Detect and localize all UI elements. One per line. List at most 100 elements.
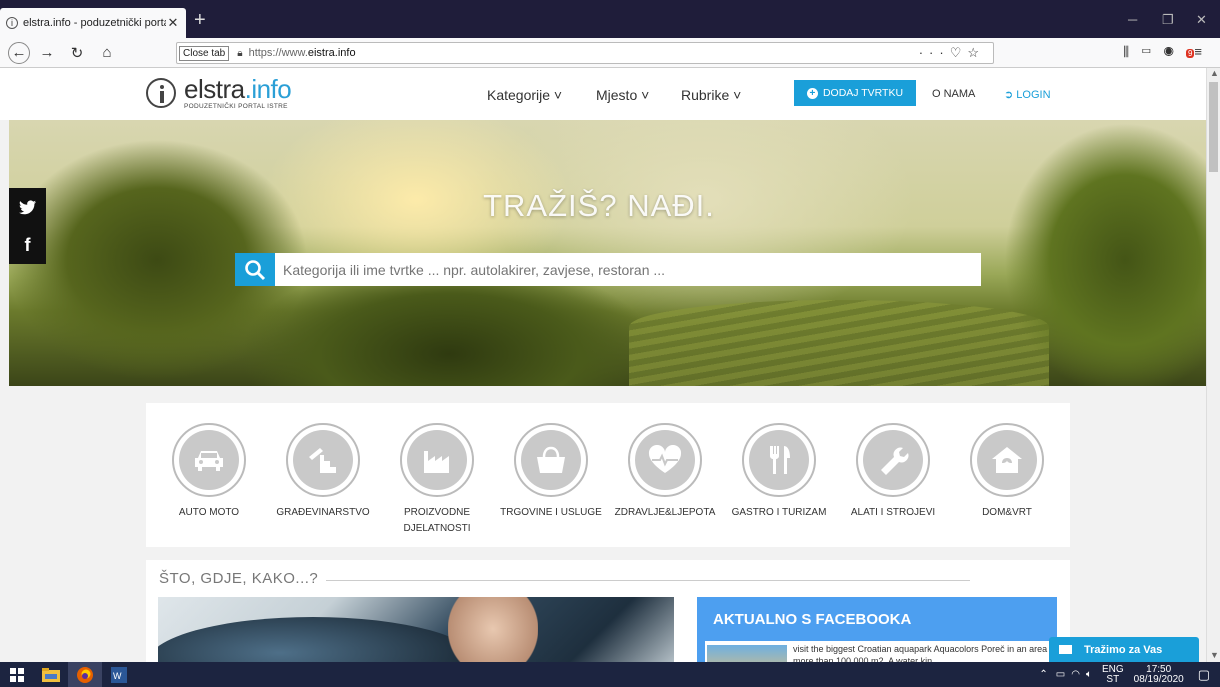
category-proizvodne[interactable]: PROIZVODNE DJELATNOSTI [382, 423, 492, 537]
category-label: GRAĐEVINARSTVO [276, 507, 370, 518]
tab-close-icon[interactable]: ✕ [166, 15, 180, 31]
close-window-icon[interactable]: ✕ [1196, 12, 1207, 28]
system-tray: ⌃ ▭ ◠ 🔈︎ ENG ST 17:50 08/19/2020 ▢ [1039, 662, 1220, 687]
svg-text:W: W [113, 671, 122, 681]
bookmark-star-icon[interactable]: ☆ [967, 45, 985, 60]
category-label: AUTO MOTO [178, 507, 240, 518]
facebook-feed-title: AKTUALNO S FACEBOOKA [713, 611, 912, 628]
add-business-label: DODAJ TVRTKU [822, 87, 904, 99]
home-icon[interactable]: ⌂ [94, 42, 120, 64]
back-arrow-icon[interactable]: ← [8, 41, 30, 64]
logo-tld: info [251, 74, 292, 104]
facebook-post[interactable]: visit the biggest Croatian aquapark Aqua… [705, 641, 1055, 662]
logo-name: elstra [184, 74, 245, 104]
heart-icon [635, 430, 695, 490]
nav-rubrike[interactable]: Rubrike ˅ [681, 87, 741, 103]
word-icon[interactable]: W [102, 662, 136, 687]
reload-icon[interactable]: ↻ [64, 42, 90, 64]
site-logo[interactable]: elstra.info PODUZETNIČKI PORTAL ISTRE [146, 74, 292, 110]
web-page: elstra.info PODUZETNIČKI PORTAL ISTRE Ka… [0, 68, 1206, 662]
plus-icon: + [806, 87, 818, 99]
login-link[interactable]: ➲ LOGIN [1004, 88, 1051, 101]
category-label: TRGOVINE I USLUGE [500, 507, 602, 518]
facebook-post-image [707, 645, 787, 662]
facebook-icon[interactable]: f [9, 226, 46, 264]
firefox-icon[interactable] [68, 662, 102, 687]
tray-chevron-icon[interactable]: ⌃ [1039, 669, 1047, 680]
facebook-feed-panel: AKTUALNO S FACEBOOKA visit the biggest C… [697, 597, 1057, 662]
volume-icon[interactable]: 🔈︎ [1086, 669, 1092, 680]
featured-article-image[interactable] [158, 597, 674, 662]
wrench-icon [863, 430, 923, 490]
forward-arrow-icon[interactable]: → [34, 42, 60, 64]
pocket-icon[interactable]: ♡ [950, 45, 968, 60]
account-icon[interactable]: ◉ [1164, 44, 1186, 59]
search-input[interactable] [275, 261, 965, 278]
scroll-down-icon[interactable]: ▼ [1210, 650, 1219, 660]
nav-mjesto[interactable]: Mjesto ˅ [596, 87, 649, 103]
search-icon[interactable] [235, 253, 275, 286]
shopping-basket-icon [521, 430, 581, 490]
browser-nav-bar: ← → ↻ ⌂ Close tab 🔒︎ https://www.eistra.… [0, 38, 1220, 68]
restore-icon[interactable]: ❐ [1162, 12, 1174, 28]
site-favicon-icon: i [6, 17, 18, 29]
category-dom-vrt[interactable]: DOM&VRT [952, 423, 1062, 521]
cutlery-icon [749, 430, 809, 490]
new-tab-button[interactable]: + [194, 10, 206, 30]
category-auto-moto[interactable]: AUTO MOTO [154, 423, 264, 521]
notifications-icon[interactable]: ▢ [1198, 667, 1210, 683]
about-link[interactable]: O NAMA [932, 88, 975, 100]
logo-subtitle: PODUZETNIČKI PORTAL ISTRE [184, 103, 288, 110]
url-bar[interactable]: Close tab 🔒︎ https://www.eistra.info ···… [176, 42, 994, 64]
house-icon [977, 430, 1037, 490]
add-business-button[interactable]: + DODAJ TVRTKU [794, 80, 916, 106]
browser-tab-bar: i elstra.info - poduzetnički porta ✕ + ─… [0, 0, 1220, 38]
language-indicator[interactable]: ENG ST [1102, 664, 1124, 685]
info-logo-icon [146, 78, 176, 108]
library-icon[interactable]: ⫼ [1123, 44, 1141, 59]
file-explorer-icon[interactable] [34, 662, 68, 687]
news-section: ŠTO, GDJE, KAKO...? AKTUALNO S FACEBOOKA… [146, 560, 1070, 662]
category-label: ALATI I STROJEVI [850, 507, 936, 518]
sidebar-icon[interactable]: ▭ [1141, 44, 1163, 59]
scroll-up-icon[interactable]: ▲ [1210, 68, 1219, 78]
wifi-icon[interactable]: ◠ [1071, 669, 1080, 680]
envelope-icon [1059, 645, 1072, 654]
category-zdravlje[interactable]: ZDRAVLJE&LJEPOTA [610, 423, 720, 521]
hero-title: TRAŽIŠ? NAĐI. [483, 188, 715, 223]
hero-banner: TRAŽIŠ? NAĐI. [9, 120, 1206, 386]
category-gastro[interactable]: GASTRO I TURIZAM [724, 423, 834, 521]
social-bar: f [9, 188, 46, 264]
contact-chat-button[interactable]: Tražimo za Vas [1049, 637, 1199, 662]
car-icon [179, 430, 239, 490]
category-label: DOM&VRT [982, 507, 1032, 518]
taskbar-clock[interactable]: 17:50 08/19/2020 [1134, 664, 1184, 685]
scrollbar-thumb[interactable] [1209, 82, 1218, 172]
windows-taskbar: W ⌃ ▭ ◠ 🔈︎ ENG ST 17:50 08/19/2020 ▢ [0, 662, 1220, 687]
login-icon: ➲ [1004, 89, 1017, 101]
url-text[interactable]: https://www.eistra.info [249, 47, 356, 59]
battery-icon[interactable]: ▭ [1056, 669, 1065, 680]
factory-icon [407, 430, 467, 490]
twitter-icon[interactable] [9, 188, 46, 226]
menu-hamburger-icon[interactable]: ≡ [1194, 44, 1214, 59]
browser-tab[interactable]: i elstra.info - poduzetnički porta ✕ [0, 8, 186, 38]
facebook-post-text: visit the biggest Croatian aquapark Aqua… [793, 644, 1048, 662]
minimize-icon[interactable]: ─ [1128, 12, 1137, 27]
category-trgovine[interactable]: TRGOVINE I USLUGE [496, 423, 606, 521]
categories-panel: AUTO MOTO GRAĐEVINARSTVO PROIZVODNE DJEL… [146, 403, 1070, 547]
category-label: PROIZVODNE DJELATNOSTI [403, 507, 471, 534]
nav-kategorije[interactable]: Kategorije ˅ [487, 87, 562, 103]
page-actions-icon[interactable]: ··· [919, 45, 950, 60]
category-gradevinarstvo[interactable]: GRAĐEVINARSTVO [268, 423, 378, 521]
category-label: GASTRO I TURIZAM [731, 507, 827, 518]
chat-label: Tražimo za Vas [1084, 643, 1163, 656]
category-alati[interactable]: ALATI I STROJEVI [838, 423, 948, 521]
close-tab-tooltip: Close tab [179, 45, 230, 61]
lock-icon: 🔒︎ [237, 47, 243, 59]
windows-start-icon[interactable] [0, 662, 34, 687]
construction-icon [293, 430, 353, 490]
tab-title: elstra.info - poduzetnički porta [23, 17, 166, 29]
category-label: ZDRAVLJE&LJEPOTA [614, 507, 716, 518]
page-scrollbar[interactable]: ▲ ▼ [1206, 68, 1220, 662]
